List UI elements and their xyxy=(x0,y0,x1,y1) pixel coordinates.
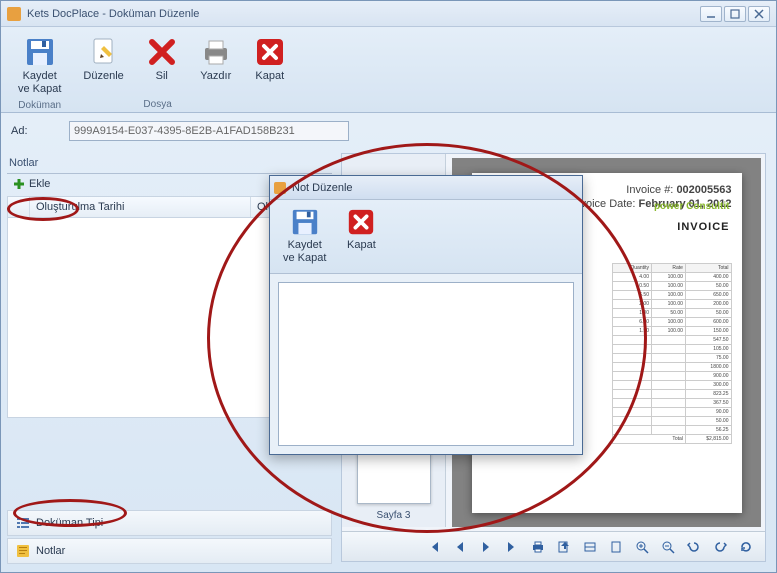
tab-document-type-label: Doküman Tipi xyxy=(36,517,103,529)
dialog-save-close-button[interactable]: Kaydetve Kapat xyxy=(278,204,331,269)
refresh-button[interactable] xyxy=(737,538,755,556)
invoice-table: Quantity Rate Total 4.00100.00400.000.50… xyxy=(612,263,732,444)
name-label: Ad: xyxy=(11,125,55,137)
edit-label: Düzenle xyxy=(83,70,123,83)
list-icon xyxy=(16,516,30,530)
print-icon xyxy=(200,36,232,68)
ribbon-group-file-label: Dosya xyxy=(143,97,171,112)
edit-icon xyxy=(88,36,120,68)
ribbon-group-close: Kapat xyxy=(243,29,297,112)
maximize-button[interactable] xyxy=(724,6,746,22)
save-close-button[interactable]: Kaydetve Kapat xyxy=(13,33,66,98)
minimize-button[interactable] xyxy=(700,6,722,22)
rotate-left-button[interactable] xyxy=(685,538,703,556)
ribbon-group-document: Kaydetve Kapat Doküman xyxy=(7,29,72,112)
rotate-right-button[interactable] xyxy=(711,538,729,556)
tab-notes-label: Notlar xyxy=(36,545,65,557)
delete-label: Sil xyxy=(156,70,168,83)
ribbon-close-button[interactable]: Kapat xyxy=(249,33,291,86)
dialog-titlebar[interactable]: Not Düzenle xyxy=(270,176,582,200)
tab-notes[interactable]: Notlar xyxy=(7,538,332,564)
delete-button[interactable]: Sil xyxy=(141,33,183,86)
edit-note-dialog: Not Düzenle Kaydetve Kapat Kapat xyxy=(269,175,583,455)
edit-button[interactable]: Düzenle xyxy=(78,33,128,86)
next-page-button[interactable] xyxy=(477,538,495,556)
window-titlebar: Kets DocPlace - Doküman Düzenle xyxy=(1,1,776,27)
last-page-button[interactable] xyxy=(503,538,521,556)
dialog-save-close-label: Kaydetve Kapat xyxy=(283,239,326,264)
plus-icon xyxy=(13,178,25,190)
note-textarea[interactable] xyxy=(278,282,574,446)
print-label: Yazdır xyxy=(200,70,231,83)
zoom-in-button[interactable] xyxy=(633,538,651,556)
zoom-out-button[interactable] xyxy=(659,538,677,556)
save-icon xyxy=(24,36,56,68)
tab-document-type[interactable]: Doküman Tipi xyxy=(7,510,332,536)
close-icon xyxy=(346,207,376,237)
ribbon: Kaydetve Kapat Doküman Düzenle Sil xyxy=(1,27,776,113)
window-title: Kets DocPlace - Doküman Düzenle xyxy=(27,8,698,20)
ribbon-group-file: Düzenle Sil Yazdır Dosya xyxy=(72,29,242,112)
add-note-button[interactable]: Ekle xyxy=(7,174,56,194)
dialog-close-ribbon-button[interactable]: Kapat xyxy=(341,204,381,269)
fit-page-button[interactable] xyxy=(607,538,625,556)
dialog-title: Not Düzenle xyxy=(292,182,578,194)
save-icon xyxy=(290,207,320,237)
ribbon-group-document-label: Doküman xyxy=(18,98,61,113)
app-icon xyxy=(7,7,21,21)
col-created-date[interactable]: Oluşturulma Tarihi xyxy=(30,197,251,217)
name-row: Ad: xyxy=(1,113,776,149)
export-button[interactable] xyxy=(555,538,573,556)
dialog-ribbon: Kaydetve Kapat Kapat xyxy=(270,200,582,274)
ribbon-close-label: Kapat xyxy=(255,70,284,83)
name-input[interactable] xyxy=(69,121,349,141)
invoice-logo: power Consultit xyxy=(654,201,730,212)
print-page-button[interactable] xyxy=(529,538,547,556)
close-button[interactable] xyxy=(748,6,770,22)
viewer-toolbar xyxy=(342,531,765,561)
app-icon xyxy=(274,182,286,194)
save-close-label: Kaydetve Kapat xyxy=(18,70,61,95)
invoice-title: INVOICE xyxy=(677,221,729,233)
dialog-close-label: Kapat xyxy=(347,239,376,252)
delete-icon xyxy=(146,36,178,68)
first-page-button[interactable] xyxy=(425,538,443,556)
print-button[interactable]: Yazdır xyxy=(195,33,237,86)
note-icon xyxy=(16,544,30,558)
add-note-label: Ekle xyxy=(29,178,50,190)
close-icon xyxy=(254,36,286,68)
page-thumbnail-label: Sayfa 3 xyxy=(377,510,411,521)
notes-header: Notlar xyxy=(7,153,332,174)
fit-width-button[interactable] xyxy=(581,538,599,556)
prev-page-button[interactable] xyxy=(451,538,469,556)
